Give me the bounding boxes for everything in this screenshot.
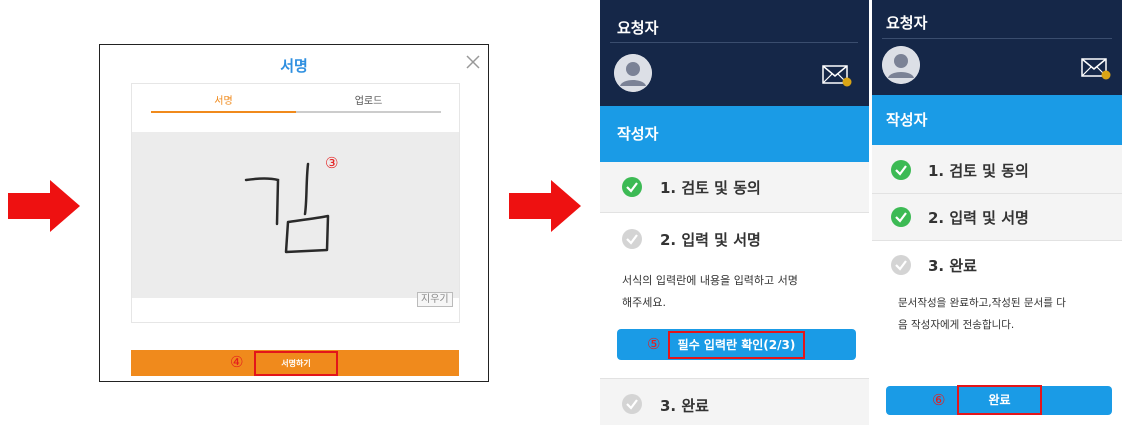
description-line: 문서작성을 완료하고,작성된 문서를 다 bbox=[898, 297, 1066, 309]
step-marker-6: ⑥ bbox=[932, 391, 946, 409]
description-line: 해주세요. bbox=[622, 296, 666, 309]
step-label-3: 3. 완료 bbox=[660, 397, 709, 415]
step-label-3: 3. 완료 bbox=[928, 257, 977, 275]
requester-header: 요청자 bbox=[872, 0, 1122, 95]
requester-title: 요청자 bbox=[886, 14, 928, 32]
check-icon bbox=[622, 177, 642, 197]
step-row-3[interactable]: 3. 완료 bbox=[872, 241, 1122, 287]
close-icon[interactable] bbox=[464, 53, 482, 71]
step3-description: 문서작성을 완료하고,작성된 문서를 다 음 작성자에게 전송합니다. bbox=[898, 292, 1118, 336]
avatar-icon bbox=[614, 54, 652, 92]
step-label-1: 1. 검토 및 동의 bbox=[660, 179, 761, 197]
step-marker-5: ⑤ bbox=[647, 335, 661, 353]
avatar-icon bbox=[882, 46, 920, 84]
avatar bbox=[882, 46, 920, 84]
tab-upload[interactable]: 업로드 bbox=[296, 92, 441, 113]
sign-bar: ④ 서명하기 bbox=[131, 350, 459, 376]
description-line: 음 작성자에게 전송합니다. bbox=[898, 319, 1015, 331]
complete-button[interactable]: 완료 bbox=[957, 385, 1042, 415]
writer-header: 작성자 bbox=[600, 106, 869, 162]
step-row-2[interactable]: 2. 입력 및 서명 bbox=[872, 194, 1122, 240]
step-row-1[interactable]: 1. 검토 및 동의 bbox=[600, 162, 869, 212]
check-icon bbox=[891, 160, 911, 180]
required-fields-check-bar: ⑤ 필수 입력란 확인(2/3) bbox=[617, 329, 856, 360]
requester-title: 요청자 bbox=[617, 19, 659, 37]
arrow-right-icon bbox=[8, 180, 80, 232]
signature-dialog: 서명 서명 업로드 김 ③ 지우기 ④ 서명하기 bbox=[99, 44, 489, 382]
step-label-2: 2. 입력 및 서명 bbox=[660, 231, 761, 249]
step-marker-4: ④ bbox=[230, 353, 244, 371]
tab-sign[interactable]: 서명 bbox=[151, 92, 296, 113]
step-row-3[interactable]: 3. 완료 bbox=[600, 379, 869, 425]
step-row-1[interactable]: 1. 검토 및 동의 bbox=[872, 145, 1122, 193]
header-divider bbox=[610, 42, 858, 43]
required-fields-check-button[interactable]: 필수 입력란 확인(2/3) bbox=[668, 331, 805, 359]
arrow-right-icon bbox=[509, 180, 581, 232]
clear-button[interactable]: 지우기 bbox=[417, 292, 453, 307]
check-icon bbox=[622, 394, 642, 414]
complete-bar: ⑥ 완료 bbox=[886, 385, 1112, 415]
step-marker-3: ③ bbox=[325, 154, 339, 172]
avatar bbox=[614, 54, 652, 92]
sign-button[interactable]: 서명하기 bbox=[254, 351, 338, 376]
description-line: 서식의 입력란에 내용을 입력하고 서명 bbox=[622, 274, 798, 287]
check-icon bbox=[891, 207, 911, 227]
step-label-1: 1. 검토 및 동의 bbox=[928, 162, 1029, 180]
workflow-panel-step2: 요청자 작성자 1. 검토 및 동의 2. 입력 및 서명 서식의 입력란에 내… bbox=[600, 0, 869, 425]
header-divider bbox=[882, 38, 1112, 39]
requester-header: 요청자 bbox=[600, 0, 869, 106]
step2-description: 서식의 입력란에 내용을 입력하고 서명 해주세요. bbox=[622, 270, 867, 314]
signature-canvas[interactable]: 김 ③ 지우기 bbox=[132, 132, 459, 307]
step-label-2: 2. 입력 및 서명 bbox=[928, 209, 1029, 227]
dialog-title: 서명 bbox=[280, 57, 308, 75]
writer-header: 작성자 bbox=[872, 95, 1122, 145]
signature-panel: 서명 업로드 김 ③ 지우기 bbox=[131, 83, 460, 323]
workflow-panel-step3: 요청자 작성자 1. 검토 및 동의 2. 입력 및 서명 3. 완료 문서작성… bbox=[872, 0, 1122, 425]
check-icon bbox=[891, 255, 911, 275]
mail-icon[interactable] bbox=[822, 65, 852, 87]
check-icon bbox=[622, 229, 642, 249]
mail-icon[interactable] bbox=[1081, 58, 1111, 80]
step-row-2[interactable]: 2. 입력 및 서명 bbox=[600, 213, 869, 265]
